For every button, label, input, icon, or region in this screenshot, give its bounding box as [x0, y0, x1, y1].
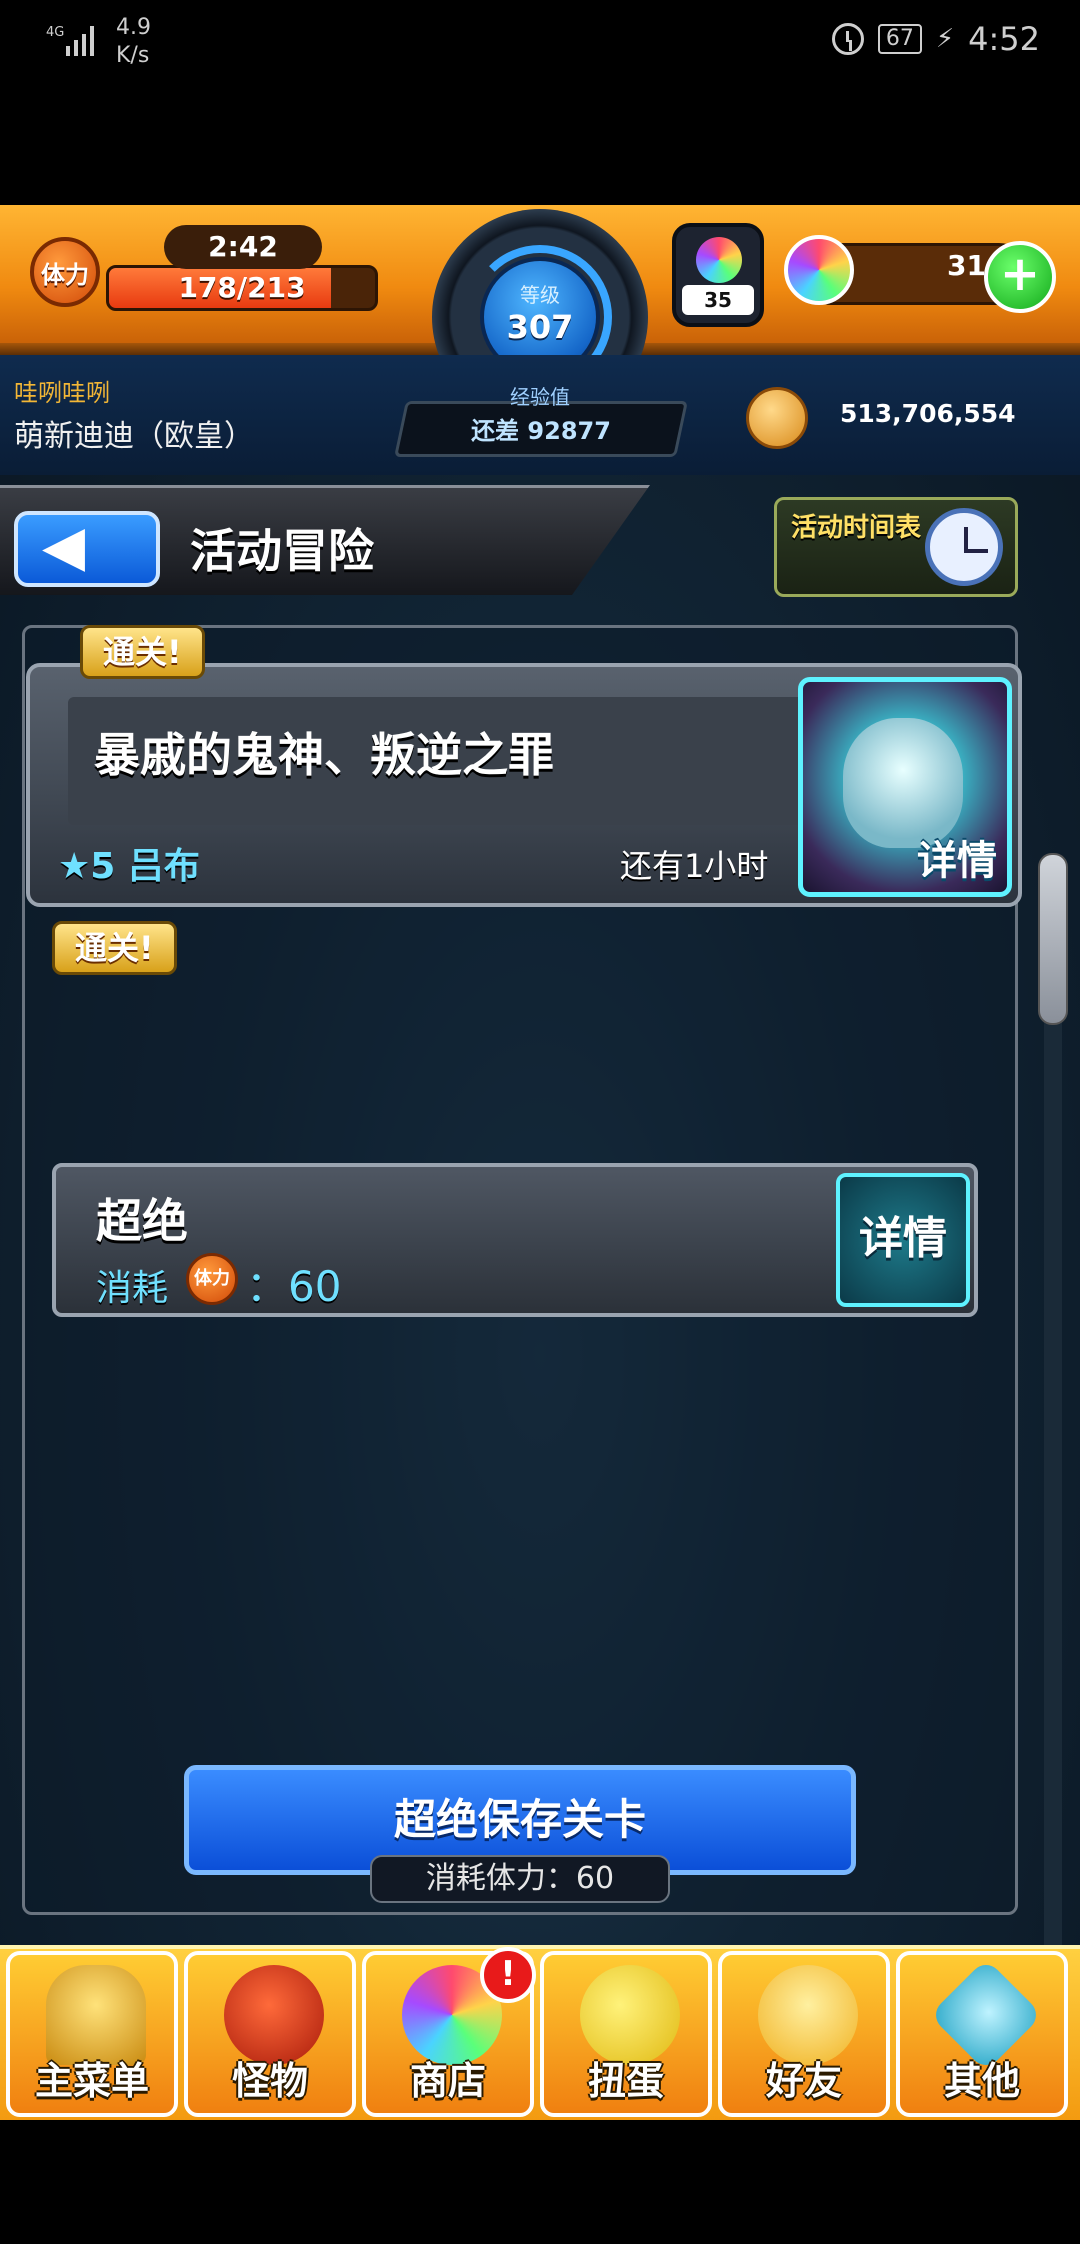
stamina-cost-icon: 体力	[186, 1253, 238, 1305]
boss-portrait[interactable]: 详情	[798, 677, 1012, 897]
alarm-icon	[831, 23, 864, 55]
nav-friends[interactable]: 好友	[718, 1951, 890, 2117]
level-value: 307	[506, 308, 574, 346]
crystal-icon	[784, 235, 854, 305]
stage-name: 超绝	[96, 1194, 188, 1248]
system-nav-area	[0, 2120, 1080, 2244]
event-card[interactable]: 暴戚的鬼神、叛逆之罪 ★5 吕布 还有1小时 详情	[26, 663, 1022, 907]
shop-notice-badge: !	[480, 1947, 536, 2003]
nav-main-menu[interactable]: 主菜单	[6, 1951, 178, 2117]
clock-icon	[925, 508, 1003, 586]
scroll-thumb[interactable]	[1038, 853, 1068, 1025]
nav-label-friends: 好友	[765, 2059, 842, 2103]
nav-label-gacha: 扭蛋	[587, 2059, 664, 2103]
schedule-label: 活动时间表	[791, 513, 922, 543]
coin-icon	[746, 387, 808, 449]
nav-gacha[interactable]: 扭蛋	[540, 1951, 712, 2117]
gem-count: 35	[682, 285, 754, 315]
speed-unit: K/s	[116, 43, 150, 68]
back-button[interactable]: ◀	[14, 511, 160, 587]
save-stage-label: 超绝保存关卡	[393, 1795, 646, 1844]
exp-label: 经验值	[510, 385, 570, 409]
charging-icon: ⚡	[935, 24, 955, 54]
game-screen: 178/213 体力 2:42 等级 307 35 31 + 哇咧哇咧 萌新迪迪…	[0, 205, 1080, 2120]
user-id: 哇咧哇咧	[14, 379, 110, 407]
gem-counter[interactable]: 35	[672, 223, 764, 327]
stage-clear-badge: 通关!	[52, 921, 177, 975]
signal-icon: 4G	[46, 25, 94, 56]
level-label: 等级	[520, 283, 560, 307]
event-name: 暴戚的鬼神、叛逆之罪	[94, 728, 554, 782]
stage-cost-label: 消耗	[96, 1268, 169, 1309]
gem-icon	[696, 237, 742, 283]
speed-value: 4.9	[116, 15, 151, 40]
stage-row[interactable]: 超绝 消耗 体力 ：60 详情	[52, 1163, 978, 1317]
stamina-bar: 178/213	[106, 265, 378, 311]
stamina-timer: 2:42	[164, 225, 322, 269]
network-speed: 4.9 K/s	[116, 14, 151, 70]
network-label: 4G	[46, 25, 64, 40]
event-schedule-button[interactable]: 活动时间表	[774, 497, 1018, 597]
event-clear-badge: 通关!	[80, 625, 205, 679]
save-stage-cost: 消耗体力：60	[370, 1855, 670, 1903]
scrollbar[interactable]	[1038, 853, 1068, 2093]
stage-cost-value: ：60	[246, 1262, 342, 1311]
user-name: 萌新迪迪（欧皇）	[14, 419, 254, 454]
status-bar: 4G 4.9 K/s 67 ⚡ 4:52	[0, 0, 1080, 88]
nav-label-monsters: 怪物	[231, 2059, 308, 2103]
nav-label-shop: 商店	[409, 2059, 486, 2103]
event-time-left: 还有1小时	[620, 847, 769, 885]
battery-indicator: 67	[877, 24, 922, 54]
page-title: 活动冒险	[190, 524, 374, 578]
stamina-icon: 体力	[30, 237, 100, 307]
nav-label-other: 其他	[943, 2059, 1020, 2103]
nav-monsters[interactable]: 怪物	[184, 1951, 356, 2117]
nav-label-main-menu: 主菜单	[34, 2059, 149, 2103]
coin-count: 513,706,554	[840, 399, 1016, 428]
event-detail-label: 详情	[917, 838, 997, 884]
stage-detail-button[interactable]: 详情	[836, 1173, 970, 1307]
clock-time: 4:52	[968, 20, 1040, 58]
event-boss: ★5 吕布	[58, 846, 200, 887]
nav-other[interactable]: 其他	[896, 1951, 1068, 2117]
exp-remaining: 还差 92877	[471, 417, 611, 445]
crystal-count: 31	[947, 249, 986, 282]
stamina-value: 178/213	[178, 271, 306, 304]
add-crystal-button[interactable]: +	[984, 241, 1056, 313]
